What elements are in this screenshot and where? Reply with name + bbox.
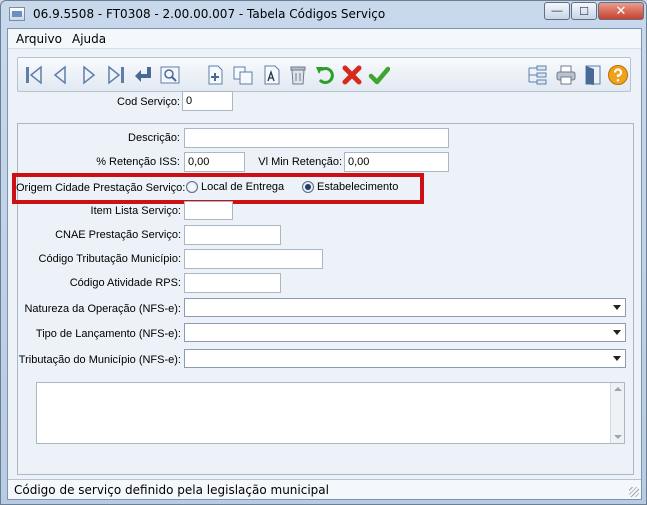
codigo-atividade-rps-field[interactable] bbox=[184, 273, 281, 293]
scroll-up-icon[interactable] bbox=[614, 387, 622, 391]
chevron-down-icon bbox=[613, 305, 621, 310]
memo-scrollbar[interactable] bbox=[610, 383, 624, 443]
descricao-label: Descrição: bbox=[128, 132, 180, 144]
cod-servico-field[interactable]: 0 bbox=[182, 91, 233, 111]
chevron-down-icon bbox=[613, 356, 621, 361]
codigo-tributacao-label: Código Tributação Município: bbox=[38, 253, 181, 265]
vl-min-retencao-field[interactable]: 0,00 bbox=[344, 152, 449, 172]
menu-ajuda[interactable]: Ajuda bbox=[72, 32, 106, 46]
close-button[interactable]: ✕ bbox=[598, 2, 644, 20]
next-record-button[interactable] bbox=[77, 63, 101, 87]
retencao-iss-label: % Retenção ISS: bbox=[96, 156, 180, 168]
cnae-prestacao-field[interactable] bbox=[184, 225, 281, 245]
edit-record-button[interactable] bbox=[260, 63, 284, 87]
undo-icon bbox=[316, 67, 334, 84]
next-record-icon bbox=[83, 65, 96, 85]
previous-record-icon bbox=[53, 65, 66, 85]
confirm-icon bbox=[368, 66, 390, 85]
last-record-button[interactable] bbox=[104, 63, 128, 87]
exit-button[interactable] bbox=[581, 63, 605, 87]
menu-bar: Arquivo Ajuda bbox=[8, 29, 641, 49]
return-icon bbox=[135, 67, 151, 82]
natureza-operacao-select[interactable] bbox=[184, 298, 626, 317]
edit-record-icon bbox=[264, 65, 280, 85]
search-icon bbox=[160, 66, 180, 84]
first-record-button[interactable] bbox=[22, 63, 46, 87]
maximize-button[interactable]: ☐ bbox=[571, 2, 597, 20]
app-icon bbox=[9, 7, 25, 21]
toolbar bbox=[17, 57, 631, 92]
copy-record-icon bbox=[233, 66, 253, 85]
status-bar: Código de serviço definido pela legislaç… bbox=[8, 479, 641, 499]
undo-button[interactable] bbox=[313, 63, 337, 87]
delete-record-icon bbox=[290, 66, 306, 85]
codigo-atividade-rps-label: Código Atividade RPS: bbox=[69, 277, 181, 289]
copy-record-button[interactable] bbox=[231, 63, 255, 87]
tipo-lancamento-select[interactable] bbox=[184, 323, 626, 342]
status-text: Código de serviço definido pela legislaç… bbox=[14, 483, 329, 497]
minimize-button[interactable]: — bbox=[544, 2, 570, 20]
retencao-iss-field[interactable]: 0,00 bbox=[184, 152, 245, 172]
client-area: Arquivo Ajuda Cod Serviço: 0 Descrição: … bbox=[7, 28, 642, 500]
first-record-icon bbox=[26, 65, 42, 85]
item-lista-servico-field[interactable] bbox=[184, 201, 233, 220]
chevron-down-icon bbox=[613, 330, 621, 335]
cod-servico-label: Cod Serviço: bbox=[117, 96, 180, 108]
resize-grip-icon[interactable] bbox=[629, 487, 639, 497]
new-record-button[interactable] bbox=[204, 63, 228, 87]
delete-record-button[interactable] bbox=[286, 63, 310, 87]
return-button[interactable] bbox=[131, 63, 155, 87]
scroll-down-icon[interactable] bbox=[614, 435, 622, 439]
window-title: 06.9.5508 - FT0308 - 2.00.00.007 - Tabel… bbox=[33, 7, 386, 21]
title-bar[interactable]: 06.9.5508 - FT0308 - 2.00.00.007 - Tabel… bbox=[1, 1, 646, 27]
last-record-icon bbox=[108, 65, 124, 85]
print-icon bbox=[556, 65, 576, 85]
menu-arquivo[interactable]: Arquivo bbox=[16, 32, 62, 46]
exit-icon bbox=[585, 65, 601, 85]
descricao-field[interactable] bbox=[184, 128, 449, 148]
tributacao-municipio-label: Tributação do Município (NFS-e): bbox=[18, 354, 181, 366]
previous-record-button[interactable] bbox=[48, 63, 72, 87]
print-button[interactable] bbox=[554, 63, 578, 87]
help-button[interactable] bbox=[606, 63, 630, 87]
tree-view-icon bbox=[528, 65, 547, 85]
search-button[interactable] bbox=[158, 63, 182, 87]
tree-view-button[interactable] bbox=[525, 63, 549, 87]
cnae-prestacao-label: CNAE Prestação Serviço: bbox=[55, 229, 181, 241]
cancel-button[interactable] bbox=[340, 63, 364, 87]
help-icon bbox=[608, 65, 628, 85]
observacao-memo[interactable] bbox=[36, 382, 625, 444]
natureza-operacao-label: Natureza da Operação (NFS-e): bbox=[24, 303, 181, 315]
highlight-box bbox=[12, 173, 424, 204]
tipo-lancamento-label: Tipo de Lançamento (NFS-e): bbox=[35, 328, 181, 340]
application-window: 06.9.5508 - FT0308 - 2.00.00.007 - Tabel… bbox=[0, 0, 647, 505]
cancel-icon bbox=[342, 65, 362, 85]
vl-min-retencao-label: Vl Min Retenção: bbox=[258, 156, 342, 168]
item-lista-servico-label: Item Lista Serviço: bbox=[90, 205, 181, 217]
tributacao-municipio-select[interactable] bbox=[184, 349, 626, 368]
new-record-icon bbox=[208, 65, 223, 85]
confirm-button[interactable] bbox=[367, 63, 391, 87]
codigo-tributacao-field[interactable] bbox=[184, 249, 323, 269]
